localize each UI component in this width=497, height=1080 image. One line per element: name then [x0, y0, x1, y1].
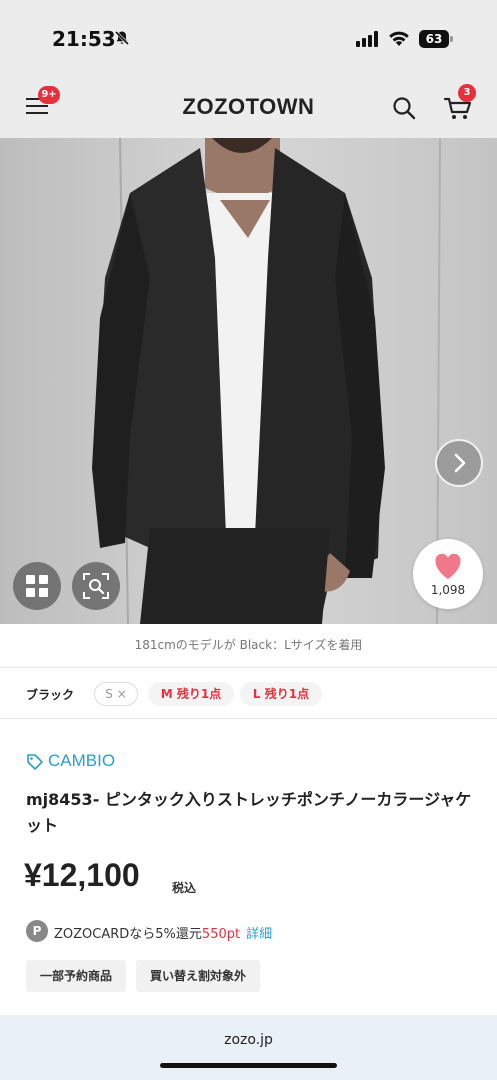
browser-address-bar[interactable]: zozo.jp: [0, 1015, 497, 1080]
size-label: M: [160, 687, 173, 701]
product-image[interactable]: 1,098: [0, 138, 497, 624]
wifi-icon: [389, 31, 409, 46]
grid-icon: [26, 575, 48, 597]
status-bar: 21:53 63: [0, 0, 497, 72]
favorite-count: 1,098: [430, 583, 466, 597]
size-chip-s[interactable]: S ×: [94, 682, 138, 706]
heart-icon: [435, 553, 461, 579]
next-image-button[interactable]: [435, 439, 483, 487]
size-status: ×: [116, 687, 127, 701]
search-icon[interactable]: [392, 96, 416, 120]
tag-preorder[interactable]: 一部予約商品: [26, 960, 126, 992]
image-grid-button[interactable]: [13, 562, 61, 610]
points-icon: P: [26, 920, 48, 942]
signal-icon: [356, 31, 378, 47]
cart-button[interactable]: 3: [443, 84, 476, 122]
app-header: 9+ ZOZOTOWN 3: [0, 72, 497, 138]
card-detail-link[interactable]: 詳細: [246, 927, 272, 942]
brand-name: CAMBIO: [48, 751, 116, 770]
product-title: mj8453- ピンタック入りストレッチポンチノーカラージャケット: [26, 790, 472, 835]
zozotown-logo[interactable]: ZOZOTOWN: [0, 94, 497, 120]
size-status: 残り1点: [264, 687, 310, 701]
battery-icon: 63: [419, 30, 453, 48]
color-label: ブラック: [26, 688, 75, 702]
tax-note: 税込: [172, 881, 197, 895]
size-label: L: [252, 687, 261, 701]
image-search-icon: [83, 573, 109, 599]
card-points: 550pt: [201, 927, 241, 942]
tag-trade-in-excluded[interactable]: 買い替え割対象外: [136, 960, 260, 992]
size-chip-m[interactable]: M 残り1点: [148, 682, 234, 706]
model-size-note: 181cmのモデルが Black：Lサイズを着用: [134, 638, 363, 652]
image-search-button[interactable]: [72, 562, 120, 610]
size-status: 残り1点: [176, 687, 222, 701]
battery-level: 63: [419, 30, 449, 48]
bell-muted-icon: [114, 30, 130, 46]
card-promo-text: ZOZOCARDなら5%還元: [54, 927, 202, 942]
product-price: ¥12,100: [24, 857, 140, 893]
cart-badge: 3: [458, 84, 476, 102]
url-text: zozo.jp: [224, 1032, 273, 1048]
favorite-button[interactable]: 1,098: [413, 539, 483, 609]
chevron-right-icon: [454, 453, 466, 473]
divider: [0, 718, 497, 719]
size-chip-l[interactable]: L 残り1点: [240, 682, 322, 706]
home-indicator[interactable]: [160, 1063, 337, 1068]
size-label: S: [105, 687, 113, 701]
status-time: 21:53: [52, 27, 116, 51]
divider: [0, 667, 497, 668]
tag-icon: [27, 754, 43, 770]
